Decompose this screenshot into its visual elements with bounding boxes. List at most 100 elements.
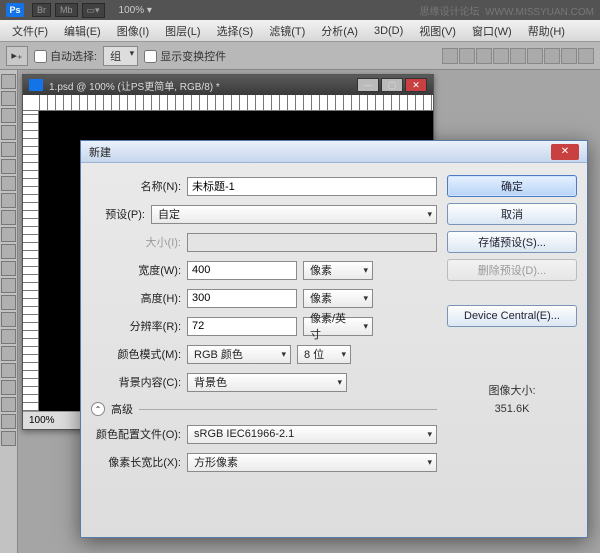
cancel-button[interactable]: 取消 bbox=[447, 203, 577, 225]
menu-select[interactable]: 选择(S) bbox=[209, 23, 262, 39]
tool-history[interactable] bbox=[1, 227, 16, 242]
dialog-titlebar[interactable]: 新建 ✕ bbox=[81, 141, 587, 163]
width-unit-select[interactable]: 像素 bbox=[303, 261, 373, 280]
device-central-button[interactable]: Device Central(E)... bbox=[447, 305, 577, 327]
align-icon[interactable] bbox=[561, 48, 577, 64]
resolution-label: 分辨率(R): bbox=[91, 318, 187, 334]
tool-eraser[interactable] bbox=[1, 244, 16, 259]
document-title: 1.psd @ 100% (让PS更简单, RGB/8) * bbox=[49, 78, 220, 93]
screen-mode-button[interactable]: ▭▾ bbox=[82, 3, 105, 18]
tool-stamp[interactable] bbox=[1, 210, 16, 225]
height-input[interactable] bbox=[187, 289, 297, 308]
background-select[interactable]: 背景色 bbox=[187, 373, 347, 392]
tool-brush[interactable] bbox=[1, 193, 16, 208]
tool-heal[interactable] bbox=[1, 176, 16, 191]
bit-depth-select[interactable]: 8 位 bbox=[297, 345, 351, 364]
align-icon[interactable] bbox=[442, 48, 458, 64]
menu-file[interactable]: 文件(F) bbox=[4, 23, 56, 39]
tool-dodge[interactable] bbox=[1, 295, 16, 310]
dialog-title: 新建 bbox=[89, 144, 111, 160]
align-icon[interactable] bbox=[459, 48, 475, 64]
ok-button[interactable]: 确定 bbox=[447, 175, 577, 197]
align-icons bbox=[442, 48, 594, 64]
tool-pen[interactable] bbox=[1, 312, 16, 327]
color-profile-select[interactable]: sRGB IEC61966-2.1 bbox=[187, 425, 437, 444]
align-icon[interactable] bbox=[493, 48, 509, 64]
tool-hand[interactable] bbox=[1, 397, 16, 412]
color-profile-label: 颜色配置文件(O): bbox=[91, 426, 187, 442]
align-icon[interactable] bbox=[510, 48, 526, 64]
document-titlebar[interactable]: 1.psd @ 100% (让PS更简单, RGB/8) * ― ▢ ✕ bbox=[23, 75, 433, 95]
width-input[interactable] bbox=[187, 261, 297, 280]
menu-layer[interactable]: 图层(L) bbox=[157, 23, 208, 39]
toolbox bbox=[0, 70, 18, 553]
dialog-close-button[interactable]: ✕ bbox=[551, 144, 579, 160]
size-input bbox=[187, 233, 437, 252]
tool-shape[interactable] bbox=[1, 363, 16, 378]
tool-color[interactable] bbox=[1, 431, 16, 446]
tool-zoom[interactable] bbox=[1, 414, 16, 429]
tool-3d[interactable] bbox=[1, 380, 16, 395]
ps-small-icon bbox=[29, 79, 43, 91]
ps-logo: Ps bbox=[6, 3, 24, 17]
mini-bridge-button[interactable]: Mb bbox=[55, 3, 78, 17]
advanced-toggle[interactable]: ⌃ bbox=[91, 402, 105, 416]
maximize-button[interactable]: ▢ bbox=[381, 78, 403, 92]
pixel-aspect-select[interactable]: 方形像素 bbox=[187, 453, 437, 472]
tool-marquee[interactable] bbox=[1, 91, 16, 106]
menu-analysis[interactable]: 分析(A) bbox=[313, 23, 366, 39]
autoselect-checkbox[interactable]: 自动选择: bbox=[34, 48, 97, 64]
delete-preset-button: 删除预设(D)... bbox=[447, 259, 577, 281]
preset-select[interactable]: 自定 bbox=[151, 205, 437, 224]
align-icon[interactable] bbox=[544, 48, 560, 64]
name-input[interactable] bbox=[187, 177, 437, 196]
preset-label: 预设(P): bbox=[91, 206, 151, 222]
new-document-dialog: 新建 ✕ 名称(N): 预设(P): 自定 大小(I): 宽度(W): 像素 bbox=[80, 140, 588, 538]
menu-window[interactable]: 窗口(W) bbox=[464, 23, 520, 39]
menu-image[interactable]: 图像(I) bbox=[109, 23, 157, 39]
tool-type[interactable] bbox=[1, 329, 16, 344]
tool-lasso[interactable] bbox=[1, 108, 16, 123]
app-topbar: Ps Br Mb ▭▾ 100% ▾ 思缘设计论坛 WWW.MISSYUAN.C… bbox=[0, 0, 600, 20]
ruler-vertical bbox=[23, 111, 39, 411]
tool-blur[interactable] bbox=[1, 278, 16, 293]
align-icon[interactable] bbox=[476, 48, 492, 64]
showtransform-checkbox[interactable]: 显示变换控件 bbox=[144, 48, 226, 64]
size-label: 大小(I): bbox=[91, 234, 187, 250]
divider bbox=[139, 409, 437, 410]
color-mode-label: 颜色模式(M): bbox=[91, 346, 187, 362]
tool-crop[interactable] bbox=[1, 142, 16, 157]
ruler-horizontal bbox=[23, 95, 433, 111]
width-label: 宽度(W): bbox=[91, 262, 187, 278]
bridge-button[interactable]: Br bbox=[32, 3, 51, 17]
pixel-aspect-label: 像素长宽比(X): bbox=[91, 454, 187, 470]
zoom-level[interactable]: 100% ▾ bbox=[119, 5, 152, 16]
close-button[interactable]: ✕ bbox=[405, 78, 427, 92]
tool-wand[interactable] bbox=[1, 125, 16, 140]
watermark: 思缘设计论坛 WWW.MISSYUAN.COM bbox=[420, 3, 594, 18]
menu-edit[interactable]: 编辑(E) bbox=[56, 23, 109, 39]
color-mode-select[interactable]: RGB 颜色 bbox=[187, 345, 291, 364]
image-size-label: 图像大小: bbox=[447, 383, 577, 401]
align-icon[interactable] bbox=[578, 48, 594, 64]
autoselect-combo[interactable]: 组 bbox=[103, 46, 138, 66]
save-preset-button[interactable]: 存储预设(S)... bbox=[447, 231, 577, 253]
menu-filter[interactable]: 滤镜(T) bbox=[261, 23, 313, 39]
menu-3d[interactable]: 3D(D) bbox=[366, 25, 411, 37]
menu-help[interactable]: 帮助(H) bbox=[520, 23, 573, 39]
tool-gradient[interactable] bbox=[1, 261, 16, 276]
tool-eyedropper[interactable] bbox=[1, 159, 16, 174]
align-icon[interactable] bbox=[527, 48, 543, 64]
name-label: 名称(N): bbox=[91, 178, 187, 194]
resolution-input[interactable] bbox=[187, 317, 297, 336]
minimize-button[interactable]: ― bbox=[357, 78, 379, 92]
menu-view[interactable]: 视图(V) bbox=[411, 23, 464, 39]
tool-path[interactable] bbox=[1, 346, 16, 361]
height-unit-select[interactable]: 像素 bbox=[303, 289, 373, 308]
tool-move[interactable] bbox=[1, 74, 16, 89]
height-label: 高度(H): bbox=[91, 290, 187, 306]
options-bar: ▸₊ 自动选择: 组 显示变换控件 bbox=[0, 42, 600, 70]
resolution-unit-select[interactable]: 像素/英寸 bbox=[303, 317, 373, 336]
advanced-label: 高级 bbox=[111, 401, 133, 417]
move-tool-icon[interactable]: ▸₊ bbox=[6, 46, 28, 66]
